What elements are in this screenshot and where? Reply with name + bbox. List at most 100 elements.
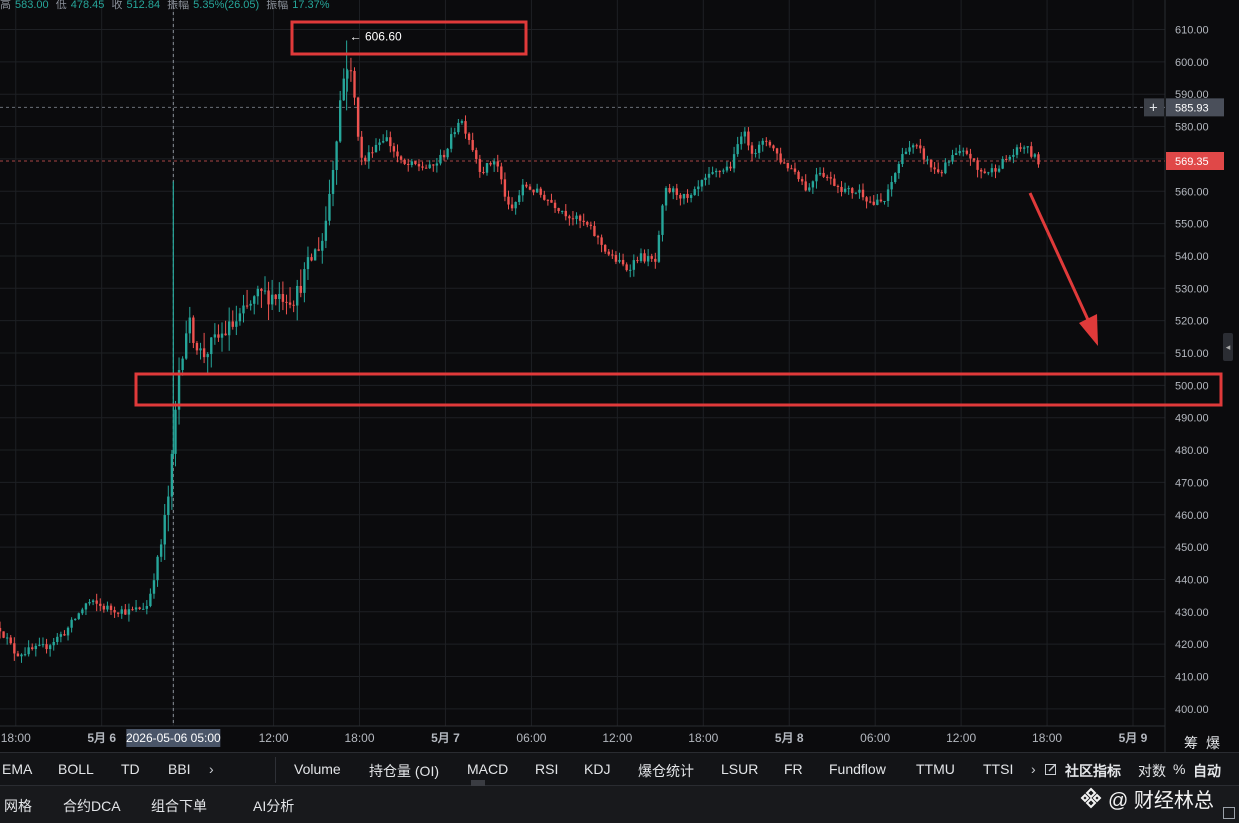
candle-body xyxy=(378,142,381,145)
candle-body xyxy=(901,154,904,165)
auto-scale-toggle[interactable]: 自动 xyxy=(1193,761,1221,781)
futures-dca-button[interactable]: 合约DCA xyxy=(63,796,121,816)
indicator-macd[interactable]: MACD xyxy=(467,761,508,777)
candle-body xyxy=(657,234,661,262)
candle-body xyxy=(174,409,177,454)
candle-body xyxy=(786,162,789,169)
candle-body xyxy=(142,608,145,610)
indicator-fundflow[interactable]: Fundflow xyxy=(829,761,886,777)
indicator-bbi[interactable]: BBI xyxy=(168,761,191,777)
candle-body xyxy=(654,258,657,262)
candle-body xyxy=(403,159,406,164)
candle-body xyxy=(528,186,532,190)
time-tick-label: 18:00 xyxy=(1032,731,1062,745)
candle-body xyxy=(937,169,940,173)
candle-body xyxy=(557,208,560,212)
indicator-td[interactable]: TD xyxy=(121,761,140,777)
indicator-volume[interactable]: Volume xyxy=(294,761,341,777)
community-indicators-button[interactable]: 社区指标 xyxy=(1065,761,1121,781)
candle-body xyxy=(99,603,102,606)
candle-body xyxy=(947,161,951,163)
candle-body xyxy=(48,645,52,650)
price-tick-label: 420.00 xyxy=(1175,639,1209,651)
price-tick-label: 500.00 xyxy=(1175,380,1209,392)
candle-body xyxy=(578,215,582,221)
candle-body xyxy=(9,637,12,644)
indicator-fr[interactable]: FR xyxy=(784,761,803,777)
candle-body xyxy=(116,612,120,614)
candle-body xyxy=(1012,154,1015,157)
price-chart[interactable]: 610.00600.00590.00580.00570.00560.00550.… xyxy=(0,0,1239,752)
candle-body xyxy=(202,348,206,358)
candle-body xyxy=(16,653,20,657)
chip-distribution-button[interactable]: 筹 xyxy=(1184,733,1198,753)
candle-body xyxy=(367,152,371,162)
price-tick-label: 550.00 xyxy=(1175,219,1209,231)
indicator-rsi[interactable]: RSI xyxy=(535,761,558,777)
edit-icon[interactable] xyxy=(1045,762,1057,778)
log-scale-toggle[interactable]: 对数 xyxy=(1138,761,1166,781)
indicator-liquidation[interactable]: 爆仓统计 xyxy=(638,761,694,781)
candle-body xyxy=(414,161,417,165)
candle-body xyxy=(525,184,528,187)
indicator-ttmu[interactable]: TTMU xyxy=(916,761,955,777)
candle-body xyxy=(267,290,270,305)
candle-body xyxy=(446,148,449,158)
candle-body xyxy=(861,189,865,198)
candle-body xyxy=(489,163,492,165)
indicator-oi[interactable]: 持仓量 (OI) xyxy=(369,761,439,781)
candle-body xyxy=(979,169,983,172)
candle-body xyxy=(496,161,499,167)
time-tick-label: 5月 6 xyxy=(87,731,116,745)
percent-scale-toggle[interactable]: % xyxy=(1173,761,1185,777)
candle-body xyxy=(439,154,442,164)
candle-body xyxy=(70,619,73,628)
candle-body xyxy=(281,294,285,302)
combo-order-button[interactable]: 组合下单 xyxy=(151,796,207,816)
candle-body xyxy=(396,151,399,157)
candle-body xyxy=(95,600,98,604)
candle-body xyxy=(63,634,66,636)
candle-body xyxy=(120,609,123,614)
candle-body xyxy=(843,188,847,192)
indicator-kdj[interactable]: KDJ xyxy=(584,761,610,777)
time-tick-label: 12:00 xyxy=(259,731,289,745)
candle-body xyxy=(482,171,485,173)
expand-icon[interactable] xyxy=(1223,807,1235,819)
indicator-toolbar: EMA BOLL TD BBI › Volume 持仓量 (OI) MACD R… xyxy=(0,752,1239,787)
candle-body xyxy=(890,182,893,190)
candle-body xyxy=(2,631,5,638)
candle-body xyxy=(858,189,861,193)
scale-collapse-handle[interactable]: ◂ xyxy=(1223,333,1233,361)
candle-body xyxy=(235,321,238,327)
candle-body xyxy=(113,610,116,613)
liquidation-map-button[interactable]: 爆 xyxy=(1206,733,1220,753)
chevron-right-icon[interactable]: › xyxy=(209,761,214,777)
candle-body xyxy=(618,259,621,262)
candle-body xyxy=(736,144,739,155)
candle-body xyxy=(535,188,539,193)
candlestick-chart[interactable]: 610.00600.00590.00580.00570.00560.00550.… xyxy=(0,0,1239,752)
candle-body xyxy=(772,145,775,149)
indicator-ema[interactable]: EMA xyxy=(2,761,32,777)
indicator-boll[interactable]: BOLL xyxy=(58,761,94,777)
candle-body xyxy=(195,342,199,351)
candle-body xyxy=(457,122,460,133)
candle-body xyxy=(815,174,818,182)
candle-body xyxy=(933,167,936,170)
candle-body xyxy=(81,609,84,614)
low-value: 478.45 xyxy=(70,0,105,11)
candle-body xyxy=(632,260,636,270)
indicator-ttsi[interactable]: TTSI xyxy=(983,761,1013,777)
candle-body xyxy=(732,154,736,169)
chevron-right-icon[interactable]: › xyxy=(1031,761,1036,777)
candle-body xyxy=(145,606,149,609)
candle-body xyxy=(303,269,306,293)
candle-body xyxy=(894,173,897,183)
indicator-lsur[interactable]: LSUR xyxy=(721,761,758,777)
grid-trading-button[interactable]: 网格 xyxy=(4,796,32,816)
ai-analysis-button[interactable]: AI分析 xyxy=(253,796,294,816)
candle-body xyxy=(840,186,843,192)
candle-body xyxy=(729,166,732,169)
candle-body xyxy=(1005,158,1008,160)
